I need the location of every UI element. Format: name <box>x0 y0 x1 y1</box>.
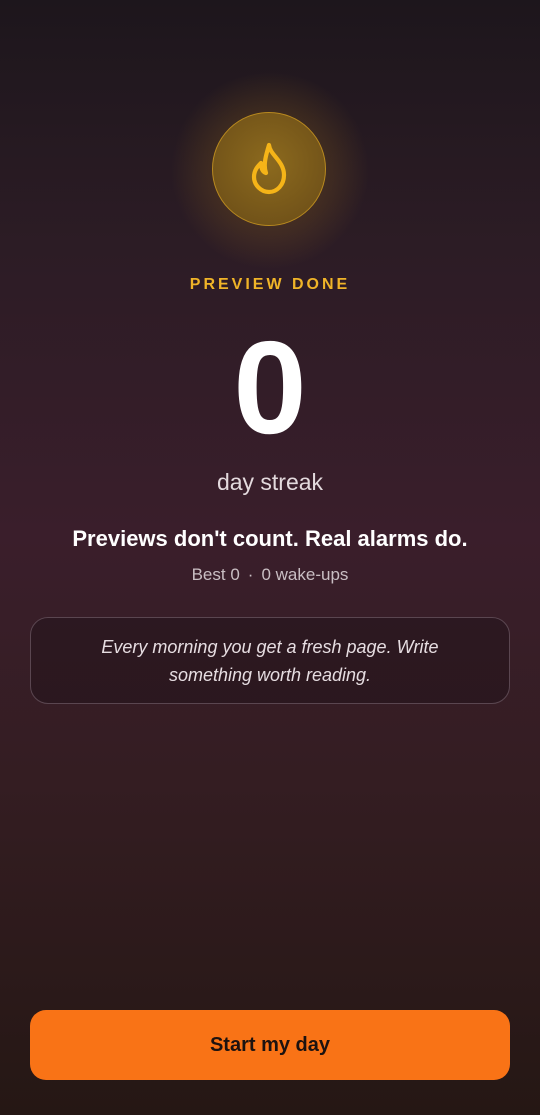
start-my-day-button[interactable]: Start my day <box>30 1010 510 1080</box>
streak-unit-label: day streak <box>216 469 324 495</box>
headline: Previews don't count. Real alarms do. <box>72 526 468 551</box>
streak-screen: PREVIEW DONE 0 day streak Previews don't… <box>0 0 540 1115</box>
quote-card: Every morning you get a fresh page. Writ… <box>30 617 510 704</box>
flame-badge <box>212 112 326 226</box>
stats-line: Best 0 · 0 wake-ups <box>0 565 540 585</box>
stats-separator: · <box>247 565 254 584</box>
status-eyebrow: PREVIEW DONE <box>189 276 351 293</box>
flame-icon <box>246 141 292 197</box>
best-streak-stat: Best 0 <box>191 565 240 584</box>
streak-count: 0 <box>233 314 307 461</box>
quote-text: Every morning you get a fresh page. Writ… <box>101 636 439 685</box>
wakeups-stat: 0 wake-ups <box>261 565 349 584</box>
